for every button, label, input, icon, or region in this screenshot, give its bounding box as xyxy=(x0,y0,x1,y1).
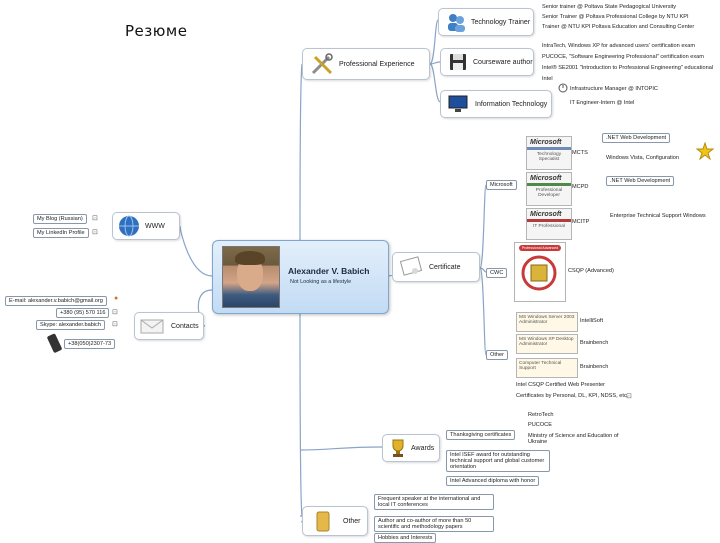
node-label: Contacts xyxy=(171,322,199,330)
link-icon: ⊡ xyxy=(112,309,118,316)
floppy-disk-icon xyxy=(450,54,466,70)
certificate-icon xyxy=(399,256,423,276)
page-title: Резюме xyxy=(125,22,188,40)
node-label: Courseware author xyxy=(473,58,533,66)
node-contacts[interactable]: Contacts xyxy=(134,312,204,340)
mcpd-badge: Microsoft Professional Developer xyxy=(526,172,572,206)
www-link[interactable]: My LinkedIn Profile xyxy=(33,228,89,238)
node-certificate[interactable]: Certificate xyxy=(392,252,480,282)
node-label: WWW xyxy=(145,222,165,230)
people-icon xyxy=(448,14,465,32)
trainer-item: Senior Trainer @ Poltava Professional Co… xyxy=(542,14,689,20)
trophy-icon xyxy=(392,439,404,457)
other-cert-badge: MS Windows XP Desktop Administrator xyxy=(516,334,578,354)
central-subtitle: Not Looking as a lifestyle xyxy=(290,279,352,285)
contact-item[interactable]: E-mail: alexander.v.babich@gmail.org xyxy=(5,296,107,306)
link-icon: ⊡ xyxy=(112,321,118,328)
cwc-badge: Professional Advanced xyxy=(514,242,566,302)
tools-icon xyxy=(311,53,333,75)
other-cert-badge: Computer Technical Support xyxy=(516,358,578,378)
courseware-item: PUCOCE, "Software Engineering Profession… xyxy=(542,54,704,60)
node-label: Technology Trainer xyxy=(471,18,531,26)
folder-icon xyxy=(316,511,330,532)
cert-note: Enterprise Technical Support Windows xyxy=(610,213,706,219)
it-item: IT Engineer-Intern @ Intel xyxy=(570,100,635,106)
award-org: PUCOCE xyxy=(528,422,552,428)
star-icon xyxy=(696,142,714,160)
mcitp-badge: Microsoft IT Professional xyxy=(526,208,572,240)
award-org: Ministry of Science and Education of Ukr… xyxy=(528,433,619,445)
www-link[interactable]: My Blog (Russian) xyxy=(33,214,87,224)
award-item: Intel Advanced diploma with honor xyxy=(446,476,540,486)
cert-note: .NET Web Development xyxy=(602,133,671,143)
globe-icon xyxy=(119,215,139,237)
trainer-item: Trainer @ NTU KPI Poltava Education and … xyxy=(542,24,695,30)
contact-item[interactable]: +38(050)2307-73 xyxy=(64,339,116,349)
node-awards[interactable]: Awards xyxy=(382,434,440,462)
other-item: Frequent speaker at the international an… xyxy=(374,494,494,510)
node-label: Certificate xyxy=(429,263,461,271)
cert-note: .NET Web Development xyxy=(606,176,675,186)
central-name: Alexander V. Babich xyxy=(288,266,370,276)
node-technology-trainer[interactable]: Technology Trainer xyxy=(438,8,534,36)
other-item: Author and co-author of more than 50 sci… xyxy=(374,516,494,532)
courseware-item: Intel xyxy=(542,76,553,82)
cert-group-cwc[interactable]: CWC xyxy=(486,268,508,278)
node-label: Other xyxy=(343,517,361,525)
award-item: Intel ISEF award for outstanding technic… xyxy=(446,450,550,472)
contact-item[interactable]: +380 (95) 570 116 xyxy=(56,308,110,318)
node-courseware-author[interactable]: Courseware author xyxy=(440,48,534,76)
trainer-item: Senior trainer @ Poltava State Pedagogic… xyxy=(542,4,677,10)
cert-note: IntelliSoft xyxy=(580,318,604,324)
warning-icon: ● xyxy=(114,295,119,302)
node-label: Information Technology xyxy=(475,100,548,108)
node-label: Professional Experience xyxy=(339,60,415,68)
it-item: Infrastructure Manager @ INTOPIC xyxy=(570,86,658,92)
cert-badge-label: MCITP xyxy=(572,219,590,225)
award-org: RetroTech xyxy=(528,412,554,418)
other-cert-extra: Certificates by Personal, DL, KPI, NDSS,… xyxy=(516,393,629,399)
link-icon: ⊡ xyxy=(626,393,632,400)
mobile-phone-icon xyxy=(47,333,62,353)
node-www[interactable]: WWW xyxy=(112,212,180,240)
node-professional-experience[interactable]: Professional Experience xyxy=(302,48,430,80)
courseware-item: Intel® SE2001 "Introduction to Professio… xyxy=(542,65,714,71)
cert-note: CSQP (Advanced) xyxy=(568,268,614,274)
node-information-technology[interactable]: Information Technology xyxy=(440,90,552,118)
cert-note: Brainbench xyxy=(580,340,609,346)
cert-group-microsoft[interactable]: Microsoft xyxy=(486,180,517,190)
other-cert-extra: Intel CSQP Certified Web Presenter xyxy=(516,382,606,388)
monitor-icon xyxy=(448,95,468,112)
cwc-seal-icon xyxy=(521,255,557,291)
cert-badge-label: MCPD xyxy=(572,184,589,190)
mcts-badge: Microsoft Technology Specialist xyxy=(526,136,572,170)
cert-group-other[interactable]: Other xyxy=(486,350,508,360)
cert-note: Windows Vista, Configuration xyxy=(606,155,679,161)
cert-note: Brainbench xyxy=(580,364,609,370)
node-other[interactable]: Other xyxy=(302,506,368,536)
cert-badge-label: MCTS xyxy=(572,150,588,156)
profile-photo xyxy=(222,246,280,308)
node-label: Awards xyxy=(411,444,435,452)
courseware-item: IntraTech, Windows XP for advanced users… xyxy=(542,43,695,49)
clock-icon xyxy=(558,83,568,93)
link-icon: ⊡ xyxy=(92,229,98,236)
envelope-icon xyxy=(140,319,164,334)
other-item: Hobbies and Interests xyxy=(374,533,437,543)
contact-item[interactable]: Skype: alexander.babich xyxy=(36,320,105,330)
award-item: Thanksgiving certificates xyxy=(446,430,516,440)
link-icon: ⊡ xyxy=(92,215,98,222)
other-cert-badge: MS Windows Server 2003 Administrator xyxy=(516,312,578,332)
